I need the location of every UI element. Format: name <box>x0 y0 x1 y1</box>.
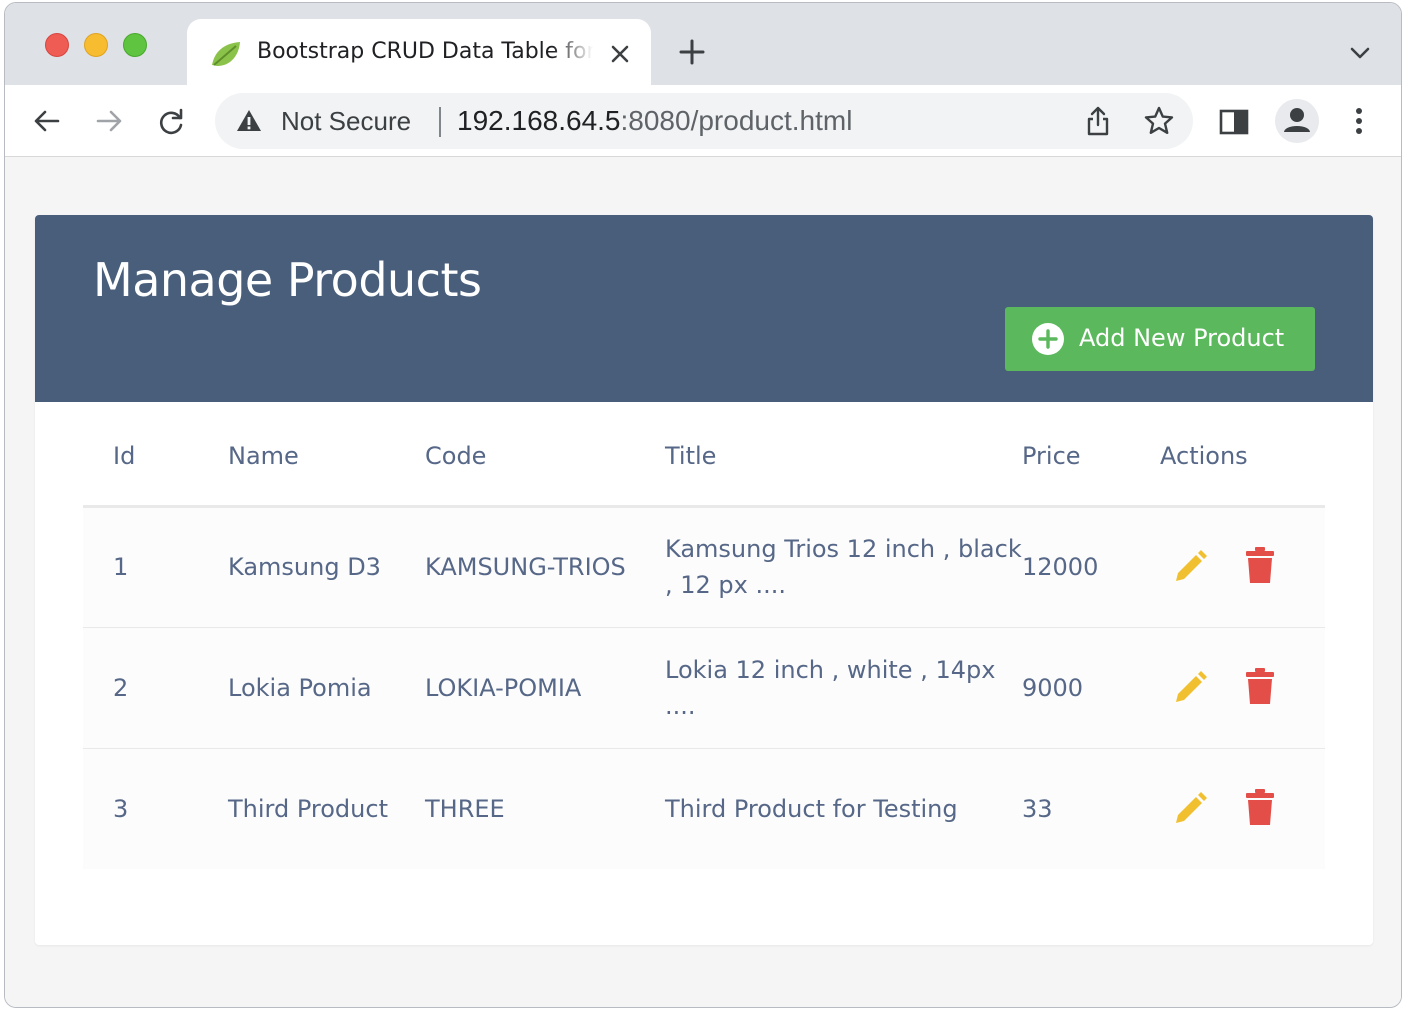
side-panel-icon[interactable] <box>1219 109 1249 135</box>
address-bar[interactable]: Not Secure 192.168.64.5:8080/product.htm… <box>215 93 1193 149</box>
column-header-title: Title <box>665 434 1022 508</box>
url-host: 192.168.64.5 <box>457 105 621 136</box>
page-title: Manage Products <box>93 253 482 307</box>
row-actions <box>1160 788 1325 829</box>
cell-id: 3 <box>113 794 129 823</box>
column-header-price: Price <box>1022 434 1160 508</box>
products-table: Id Name Code Title Price Actions 1 Kamsu… <box>83 434 1325 869</box>
close-window-button[interactable] <box>45 33 69 57</box>
star-icon[interactable] <box>1143 105 1175 137</box>
cell-actions <box>1160 627 1325 749</box>
cell-price: 9000 <box>1022 627 1160 749</box>
table-row: 2 Lokia Pomia LOKIA-POMIA Lokia 12 inch … <box>83 627 1325 749</box>
security-label[interactable]: Not Secure <box>281 106 411 137</box>
add-product-label: Add New Product <box>1079 324 1285 352</box>
cell-id: 2 <box>83 627 228 749</box>
add-product-button[interactable]: Add New Product <box>1005 307 1315 371</box>
profile-avatar[interactable] <box>1275 99 1319 143</box>
cell-actions <box>1160 506 1325 628</box>
trash-icon[interactable] <box>1246 547 1274 583</box>
cell-title: Third Product for Testing <box>665 794 958 823</box>
table-row: 3 Third Product THREE Third Product for … <box>83 748 1325 869</box>
page-content: Manage Products Add New Product Id Name … <box>5 158 1401 1007</box>
tab-strip: Bootstrap CRUD Data Table for <box>5 3 1401 85</box>
pencil-icon[interactable] <box>1172 549 1208 585</box>
person-icon <box>1284 108 1310 132</box>
cell-name: Lokia Pomia <box>228 627 425 749</box>
back-arrow-icon[interactable] <box>31 105 63 137</box>
row-actions <box>1160 547 1325 587</box>
row-actions <box>1160 667 1325 708</box>
cell-actions <box>1160 748 1325 869</box>
reload-icon[interactable] <box>155 105 187 137</box>
column-header-id: Id <box>83 434 228 508</box>
tab-title: Bootstrap CRUD Data Table for <box>257 39 593 64</box>
column-header-name: Name <box>228 434 425 508</box>
chevron-down-icon[interactable] <box>1347 41 1373 65</box>
trash-icon[interactable] <box>1246 667 1274 704</box>
cell-title: Lokia 12 inch , white , 14px .... <box>665 627 1022 749</box>
kebab-menu-icon[interactable] <box>1349 105 1369 137</box>
cell-code: LOKIA-POMIA <box>425 627 665 749</box>
trash-icon[interactable] <box>1246 788 1274 825</box>
new-tab-icon[interactable] <box>677 37 707 67</box>
cell-name: Kamsung D3 <box>228 506 425 628</box>
column-header-code: Code <box>425 434 665 508</box>
cell-name: Third Product <box>228 794 388 823</box>
browser-toolbar: Not Secure 192.168.64.5:8080/product.htm… <box>5 85 1401 157</box>
zoom-window-button[interactable] <box>123 33 147 57</box>
close-icon[interactable] <box>607 41 633 67</box>
table-header-row: Id Name Code Title Price Actions <box>83 434 1325 508</box>
cell-id: 1 <box>83 506 228 628</box>
column-header-actions: Actions <box>1160 434 1325 508</box>
spring-leaf-icon <box>212 42 240 66</box>
warning-icon[interactable] <box>235 107 263 135</box>
table-row: 1 Kamsung D3 KAMSUNG-TRIOS Kamsung Trios… <box>83 506 1325 628</box>
minimize-window-button[interactable] <box>84 33 108 57</box>
cell-code: KAMSUNG-TRIOS <box>425 506 665 628</box>
cell-title: Kamsung Trios 12 inch , black , 12 px ..… <box>665 506 1022 628</box>
plus-circle-icon <box>1032 323 1064 355</box>
tab-active[interactable]: Bootstrap CRUD Data Table for <box>187 19 651 85</box>
pencil-icon[interactable] <box>1172 670 1208 706</box>
share-icon[interactable] <box>1083 105 1113 137</box>
cell-code: THREE <box>425 794 505 823</box>
browser-window: Bootstrap CRUD Data Table for Not Secure… <box>4 2 1402 1008</box>
cell-price: 33 <box>1022 794 1053 823</box>
pencil-icon[interactable] <box>1172 791 1208 827</box>
url-path: :8080/product.html <box>620 105 853 136</box>
cell-price: 12000 <box>1022 506 1160 628</box>
url-text[interactable]: 192.168.64.5:8080/product.html <box>457 105 852 137</box>
omnibox-divider <box>439 107 441 137</box>
forward-arrow-icon[interactable] <box>93 105 125 137</box>
products-card: Manage Products Add New Product Id Name … <box>35 215 1373 945</box>
card-header: Manage Products Add New Product <box>35 215 1373 402</box>
